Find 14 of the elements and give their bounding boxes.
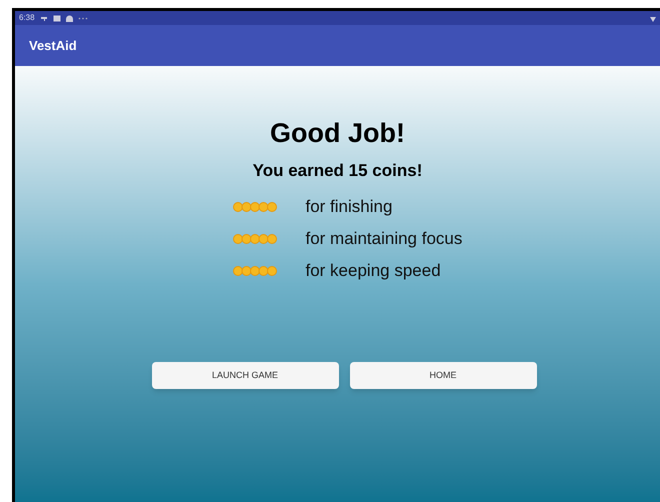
heading: Good Job! bbox=[270, 117, 405, 150]
more-icon bbox=[78, 16, 88, 20]
reward-label: for maintaining focus bbox=[306, 228, 462, 250]
action-button[interactable]: HOME bbox=[350, 362, 536, 389]
action-button[interactable]: LAUNCH GAME bbox=[152, 362, 338, 389]
coins-icon bbox=[232, 266, 278, 276]
subheading: You earned 15 coins! bbox=[252, 160, 422, 182]
status-time: 6:38 bbox=[19, 12, 35, 24]
coins-icon bbox=[232, 202, 278, 212]
app-title: VestAid bbox=[29, 36, 77, 55]
image-icon bbox=[52, 14, 61, 22]
reward-label: for keeping speed bbox=[306, 260, 441, 282]
coins-icon bbox=[232, 234, 278, 244]
reward-label: for finishing bbox=[306, 196, 392, 218]
